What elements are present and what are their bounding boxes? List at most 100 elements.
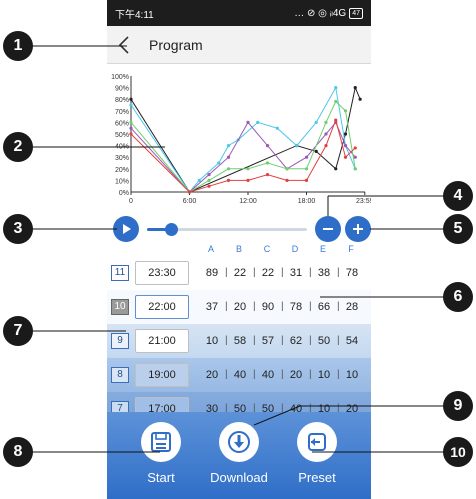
x-tick-label: 23:59 [356,198,371,205]
preset-label: Preset [298,470,336,485]
slider-track[interactable] [147,223,307,236]
value-cell[interactable]: 20 [229,301,251,313]
program-chart: 100% 90% 80% 70% 60% 50% 40% 30% 20% 10% 0% 0 6:00 12… [107,66,371,206]
series-point [324,144,328,148]
preset-button[interactable]: Preset [287,422,347,496]
series-point [187,190,192,194]
x-tick-label: 0 [129,198,133,205]
series-point [334,167,338,171]
value-cell[interactable]: 28 [341,301,363,313]
series-point [314,120,318,124]
app-header: Program [107,26,371,64]
status-time: 下午4:11 [115,9,154,21]
page-title: Program [149,36,203,53]
series-point [353,146,357,150]
value-cell[interactable]: 31 [285,267,307,279]
column-header: D [291,244,299,254]
x-tick-label: 18:00 [298,198,316,205]
row-index[interactable]: 9 [111,333,129,349]
time-field[interactable]: 21:00 [135,329,189,353]
time-field[interactable]: 22:00 [135,295,189,319]
status-bar: 下午4:11 … ⊘ ◎ ᵢₗ4G 47 [107,0,371,26]
value-cell[interactable]: 22 [257,267,279,279]
play-button[interactable] [113,216,139,242]
value-cell[interactable]: 10 [201,335,223,347]
value-cell[interactable]: 37 [201,301,223,313]
series-point [129,132,133,136]
series-point [265,161,270,165]
value-cell[interactable]: 10 [341,369,363,381]
series-point [324,120,328,124]
chevron-left-icon [118,35,129,54]
callout-8: 8 [3,437,33,467]
series-point [353,86,357,90]
callout-3: 3 [3,214,33,244]
series-point [129,97,133,101]
status-icons: … ⊘ ◎ ᵢₗ4G [294,7,347,19]
series-line [130,100,356,193]
y-tick-label: 20% [115,167,129,174]
series-point [246,167,250,171]
series-point [353,167,357,171]
y-tick-label: 80% [115,97,129,104]
time-field[interactable]: 23:30 [135,261,189,285]
row-index[interactable]: 8 [111,367,129,383]
download-button[interactable]: Download [209,422,269,496]
value-cell[interactable]: 10 [313,369,335,381]
column-header: A [207,244,214,254]
y-tick-label: 40% [115,144,129,151]
value-cell[interactable]: 40 [229,369,251,381]
time-field[interactable]: 19:00 [135,363,189,387]
series-point [324,132,328,136]
table-row[interactable]: 11 23:30 89 | 22 | 22 | 31 | 38 | 78 [107,256,371,290]
value-cell[interactable]: 20 [285,369,307,381]
time-slider-row [107,212,371,246]
series-point [343,155,348,159]
table-row[interactable]: 9 21:00 10 | 58 | 57 | 62 | 50 | 54 [107,324,371,358]
import-icon [308,433,326,451]
series-point [246,178,250,182]
callout-1: 1 [3,31,33,61]
series-point [334,86,338,90]
start-button[interactable]: Start [131,422,191,496]
slider-thumb[interactable] [165,223,178,236]
value-cell[interactable]: 62 [285,335,307,347]
value-cell[interactable]: 50 [313,335,335,347]
value-cell[interactable]: 20 [201,369,223,381]
series-point [285,167,289,171]
series-point [334,118,338,122]
minus-button[interactable] [315,216,341,242]
value-cell[interactable]: 78 [285,301,307,313]
chart-svg: 100% 90% 80% 70% 60% 50% 40% 30% 20% 10% 0%0 6:00 12… [111,74,371,205]
y-tick-label: 0% [119,190,129,197]
table-row[interactable]: 10 22:00 37 | 20 | 90 | 78 | 66 | 28 [107,290,371,324]
plus-button[interactable] [345,216,371,242]
table-row[interactable]: 8 19:00 20 | 40 | 40 | 20 | 10 | 10 [107,358,371,392]
x-tick-label: 12:00 [239,198,257,205]
value-cell[interactable]: 57 [257,335,279,347]
back-button[interactable] [107,26,141,64]
y-tick-label: 90% [115,86,129,93]
value-cell[interactable]: 78 [341,267,363,279]
series-point [129,103,133,107]
row-index[interactable]: 11 [111,265,129,281]
value-cell[interactable]: 90 [257,301,279,313]
value-cell[interactable]: 54 [341,335,363,347]
bottom-action-bar: Start Download Preset [107,412,371,499]
series-point [207,178,211,182]
value-cell[interactable]: 38 [313,267,335,279]
callout-4: 4 [443,181,473,211]
value-cell[interactable]: 58 [229,335,251,347]
row-index[interactable]: 10 [111,299,129,315]
series-point [304,167,309,171]
program-table: 11 23:30 89 | 22 | 22 | 31 | 38 | 78 10 22:00… [107,256,371,426]
y-tick-label: 60% [115,120,129,127]
save-disk-icon [151,432,171,452]
value-cell[interactable]: 89 [201,267,223,279]
value-cell[interactable]: 40 [257,369,279,381]
value-cell[interactable]: 66 [313,301,335,313]
value-cell[interactable]: 22 [229,267,251,279]
series-point [353,155,357,159]
series-point [343,144,348,148]
series-point [285,178,289,182]
